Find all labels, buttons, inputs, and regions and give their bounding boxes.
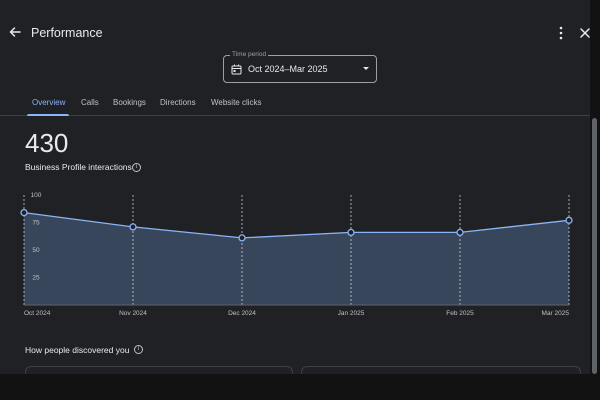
tab-overview[interactable]: Overview — [32, 98, 65, 107]
interactions-label-text: Business Profile interactions — [25, 162, 132, 172]
x-tick-label: Mar 2025 — [542, 310, 570, 317]
time-period-value: Oct 2024–Mar 2025 — [248, 64, 328, 74]
interactions-label: Business Profile interactions — [25, 162, 132, 172]
performance-panel: Performance Time period Oct 2024–Mar 202… — [0, 0, 590, 374]
time-period-label: Time period — [230, 50, 269, 60]
chart-data-point — [238, 234, 246, 242]
chart-data-point — [456, 228, 464, 237]
time-period-select[interactable]: Time period Oct 2024–Mar 2025 — [223, 50, 377, 83]
x-tick-label: Nov 2024 — [119, 310, 147, 317]
x-tick-label: Feb 2025 — [446, 310, 474, 317]
y-tick-label: 50 — [32, 247, 40, 254]
tab-website-clicks[interactable]: Website clicks — [211, 98, 262, 107]
chart-data-point — [565, 216, 573, 224]
tab-bookings[interactable]: Bookings — [113, 98, 146, 107]
discovery-card-right — [301, 366, 581, 374]
tab-calls[interactable]: Calls — [81, 98, 99, 107]
y-tick-label: 75 — [32, 220, 40, 227]
arrow-back-icon[interactable] — [7, 24, 23, 40]
y-tick-label: 25 — [32, 275, 40, 282]
chart-data-point — [129, 223, 137, 231]
active-tab-indicator — [27, 114, 69, 116]
x-tick-label: Oct 2024 — [24, 310, 51, 317]
scrollbar-thumb[interactable] — [592, 118, 597, 374]
tab-bar: Overview Calls Bookings Directions Websi… — [0, 90, 590, 116]
x-tick-label: Jan 2025 — [338, 310, 365, 317]
discovery-section-title: How people discovered you — [25, 345, 129, 355]
page-title: Performance — [31, 26, 103, 40]
more-vert-icon[interactable] — [555, 25, 567, 41]
chart-data-point — [20, 208, 28, 217]
close-icon[interactable] — [578, 26, 590, 40]
interactions-chart: 25 50 75 100 Oct 2024 Nov 2024 Dec 2024 Jan 202… — [20, 192, 573, 317]
chevron-down-icon — [363, 67, 369, 70]
calendar-icon — [231, 64, 242, 75]
info-icon[interactable]: i — [132, 163, 141, 172]
x-tick-label: Dec 2024 — [228, 310, 256, 317]
tab-directions[interactable]: Directions — [160, 98, 196, 107]
chart-area-fill — [24, 212, 569, 305]
chart-data-point — [347, 228, 355, 237]
y-tick-label: 100 — [31, 192, 42, 199]
header: Performance — [0, 0, 590, 46]
discovery-card-left — [25, 366, 293, 374]
discovery-title-text: How people discovered you — [25, 345, 130, 355]
discovery-info-icon[interactable]: i — [134, 345, 143, 354]
total-interactions-value: 430 — [25, 128, 69, 158]
